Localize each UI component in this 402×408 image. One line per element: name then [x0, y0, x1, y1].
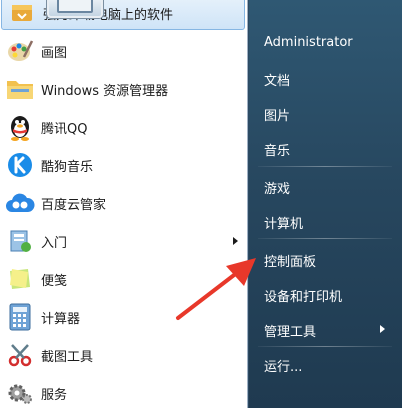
program-label: 腾讯QQ: [41, 121, 88, 137]
getting-started-icon: [4, 225, 36, 257]
program-item-explorer[interactable]: Windows 资源管理器: [0, 72, 246, 106]
program-item-baidu-cloud[interactable]: 百度云管家: [0, 186, 246, 220]
uninstall-box-icon: [6, 0, 38, 29]
menu-games[interactable]: 游戏: [264, 178, 290, 197]
menu-run[interactable]: 运行...: [264, 356, 302, 375]
separator: [258, 166, 392, 167]
program-label: 画图: [41, 45, 68, 61]
program-item-calculator[interactable]: 计算器: [0, 300, 246, 334]
separator: [258, 238, 392, 239]
program-item-getting-started[interactable]: 入门: [0, 224, 246, 258]
sticky-note-icon: [4, 263, 36, 295]
menu-control-panel[interactable]: 控制面板: [264, 251, 316, 270]
kugou-k-icon: [4, 149, 36, 181]
program-label: 入门: [41, 235, 68, 251]
program-label: 酷狗音乐: [41, 159, 94, 175]
program-label: 百度云管家: [41, 197, 107, 213]
program-label: 便笺: [41, 273, 68, 289]
folder-explorer-icon: [4, 73, 36, 105]
menu-pictures[interactable]: 图片: [264, 105, 290, 124]
menu-computer[interactable]: 计算机: [264, 213, 303, 232]
menu-admin-tools[interactable]: 管理工具: [264, 321, 316, 340]
paint-palette-icon: [4, 35, 36, 67]
program-item-kugou[interactable]: 酷狗音乐: [0, 148, 246, 182]
gears-icon: [4, 377, 36, 408]
scissors-icon: [4, 339, 36, 371]
program-label: Windows 资源管理器: [41, 83, 169, 99]
program-label: 计算器: [41, 311, 81, 327]
program-item-paint[interactable]: 画图: [0, 34, 246, 68]
program-item-uninstaller[interactable]: 强力卸载电脑上的软件: [1, 0, 245, 30]
user-name-link[interactable]: Administrator: [264, 35, 353, 50]
program-item-sticky-notes[interactable]: 便笺: [0, 262, 246, 296]
user-picture-icon[interactable]: [47, 0, 103, 18]
menu-devices-printers[interactable]: 设备和打印机: [264, 286, 342, 305]
baidu-cloud-icon: [4, 187, 36, 219]
qq-penguin-icon: [4, 111, 36, 143]
submenu-arrow-icon[interactable]: [233, 237, 238, 245]
program-item-qq[interactable]: 腾讯QQ: [0, 110, 246, 144]
program-item-snipping-tool[interactable]: 截图工具: [0, 338, 246, 372]
separator: [258, 346, 392, 347]
menu-documents[interactable]: 文档: [264, 70, 290, 89]
program-label: 服务: [41, 387, 68, 403]
programs-pane: 强力卸载电脑上的软件 画图 Windows 资源管理器 腾讯QQ 酷狗音乐 百度…: [0, 0, 248, 408]
submenu-arrow-icon[interactable]: [380, 325, 385, 333]
calculator-icon: [4, 301, 36, 333]
menu-music[interactable]: 音乐: [264, 140, 290, 159]
program-item-services[interactable]: 服务: [0, 376, 246, 408]
program-label: 截图工具: [41, 349, 94, 365]
